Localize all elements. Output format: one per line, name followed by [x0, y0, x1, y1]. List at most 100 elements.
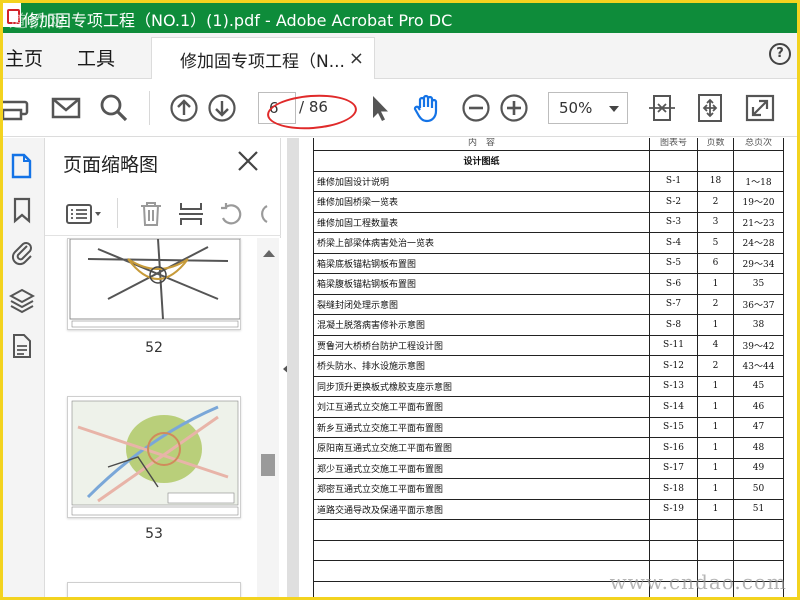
thumbnail-page[interactable]	[67, 582, 241, 597]
search-icon[interactable]	[99, 93, 129, 123]
table-row: 维修加固桥梁一览表 S-2 2 19～20	[313, 191, 784, 213]
close-tab-button[interactable]: ×	[349, 48, 364, 69]
zoom-in-icon[interactable]	[499, 93, 529, 123]
row-pages: 1	[697, 416, 734, 438]
rotate-clockwise-icon[interactable]	[257, 200, 277, 228]
table-row: 维修加固工程数量表 S-3 3 21～23	[313, 211, 784, 233]
window-title: 修加固专项工程（NO.1）(1).pdf - Adobe Acrobat Pro…	[23, 11, 453, 30]
row-name: 郑少互通式立交施工平面布置图	[313, 457, 650, 479]
row-name: 裂缝封闭处理示意图	[313, 293, 650, 315]
row-drawing-no: S-16	[649, 437, 698, 459]
table-row: 道路交通导改及保通平面示意图 S-19 1 51	[313, 498, 784, 520]
row-page-range: 1～18	[733, 170, 784, 192]
row-pages: 1	[697, 498, 734, 520]
row-pages: 6	[697, 252, 734, 274]
table-row-empty	[313, 539, 784, 561]
tab-document[interactable]: 修加固专项工程（N... ×	[151, 37, 375, 79]
toolbar: 6 / 86 50%	[3, 79, 797, 137]
row-pages: 1	[697, 273, 734, 295]
row-pages: 1	[697, 437, 734, 459]
table-row: 贾鲁河大桥桥台防护工程设计图 S-11 4 39～42	[313, 334, 784, 356]
row-name: 维修加固设计说明	[313, 170, 650, 192]
thumbnail-image	[68, 239, 240, 329]
help-icon[interactable]: ?	[769, 43, 791, 65]
thumbnail-page[interactable]	[67, 396, 241, 518]
row-pages: 2	[697, 293, 734, 315]
print-icon[interactable]	[3, 93, 33, 123]
table-row: 郑密互通式立交施工平面布置图 S-18 1 50	[313, 478, 784, 500]
row-drawing-no: S-11	[649, 334, 698, 356]
thumbnail-scrollbar[interactable]	[257, 238, 279, 597]
row-name: 新乡互通式立交施工平面布置图	[313, 416, 650, 438]
fit-page-icon[interactable]	[647, 93, 677, 123]
table-row: 新乡互通式立交施工平面布置图 S-15 1 47	[313, 416, 784, 438]
full-screen-icon[interactable]	[745, 93, 775, 123]
row-page-range: 51	[733, 498, 784, 520]
scrolling-mode-icon[interactable]	[695, 93, 725, 123]
row-drawing-no: S-18	[649, 478, 698, 500]
row-page-range: 46	[733, 396, 784, 418]
delete-icon[interactable]	[137, 200, 165, 228]
row-page-range: 36～37	[733, 293, 784, 315]
panel-toolbar	[45, 192, 281, 236]
row-pages: 1	[697, 314, 734, 336]
row-drawing-no: S-2	[649, 191, 698, 213]
hand-tool-icon[interactable]	[411, 93, 441, 123]
tab-bar: 主页 工具 修加固专项工程（N... × ?	[3, 33, 797, 79]
row-drawing-no: S-6	[649, 273, 698, 295]
tab-home[interactable]: 主页	[5, 44, 43, 71]
layers-icon[interactable]	[9, 286, 35, 314]
row-page-range: 35	[733, 273, 784, 295]
scroll-thumb[interactable]	[261, 454, 275, 476]
toolbar-divider	[149, 91, 150, 125]
select-tool-icon[interactable]	[365, 93, 395, 123]
row-drawing-no: S-15	[649, 416, 698, 438]
document-view[interactable]: 内 容 图表号 页数 总页次 设计图纸 维修加固设计说明 S-1 18 1～18 维修加…	[287, 138, 797, 597]
panel-divider	[117, 198, 118, 228]
row-name: 原阳南互通式立交施工平面布置图	[313, 437, 650, 459]
section-title: 设计图纸	[313, 150, 650, 172]
table-row: 桥梁上部梁体病害处治一览表 S-4 5 24～28	[313, 232, 784, 254]
rotate-icon[interactable]	[217, 200, 245, 228]
previous-page-icon[interactable]	[169, 93, 199, 123]
row-drawing-no: S-8	[649, 314, 698, 336]
thumbnail-page[interactable]	[67, 238, 241, 330]
header-drawing-no: 图表号	[649, 138, 698, 151]
row-page-range: 29～34	[733, 252, 784, 274]
scroll-up-icon[interactable]	[263, 250, 275, 257]
next-page-icon[interactable]	[207, 93, 237, 123]
page-thumbnails-icon[interactable]	[9, 152, 35, 180]
zoom-value: 50%	[559, 99, 593, 117]
row-pages: 1	[697, 375, 734, 397]
row-drawing-no: S-17	[649, 457, 698, 479]
thumbnail-options-icon[interactable]	[65, 200, 105, 228]
table-row: 桥头防水、排水设施示意图 S-12 2 43～44	[313, 355, 784, 377]
row-drawing-no: S-12	[649, 355, 698, 377]
watermark-top: 道桥网	[9, 12, 66, 32]
document-properties-icon[interactable]	[9, 332, 35, 360]
thumbnail-label: 53	[145, 526, 163, 542]
attachment-icon[interactable]	[9, 238, 35, 266]
insert-page-icon[interactable]	[177, 200, 205, 228]
row-page-range: 48	[733, 437, 784, 459]
thumbnail-list: 52 53	[45, 238, 281, 597]
table-header-row: 内 容 图表号 页数 总页次	[313, 138, 784, 151]
row-drawing-no: S-1	[649, 170, 698, 192]
row-name: 刘江互通式立交施工平面布置图	[313, 396, 650, 418]
row-name: 维修加固桥梁一览表	[313, 191, 650, 213]
bookmark-icon[interactable]	[9, 196, 35, 224]
thumbnails-panel: 页面缩略图 52 53	[45, 138, 281, 597]
row-pages: 1	[697, 396, 734, 418]
tab-tools[interactable]: 工具	[77, 44, 115, 71]
email-icon[interactable]	[51, 93, 81, 123]
watermark-bottom: www.cndao.com	[609, 570, 787, 594]
row-drawing-no: S-4	[649, 232, 698, 254]
header-pages: 页数	[697, 138, 734, 151]
row-pages: 3	[697, 211, 734, 233]
close-panel-icon[interactable]	[237, 150, 259, 172]
table-row: 裂缝封闭处理示意图 S-7 2 36～37	[313, 293, 784, 315]
row-page-range: 45	[733, 375, 784, 397]
zoom-out-icon[interactable]	[461, 93, 491, 123]
row-page-range: 50	[733, 478, 784, 500]
zoom-select[interactable]: 50%	[548, 92, 628, 124]
